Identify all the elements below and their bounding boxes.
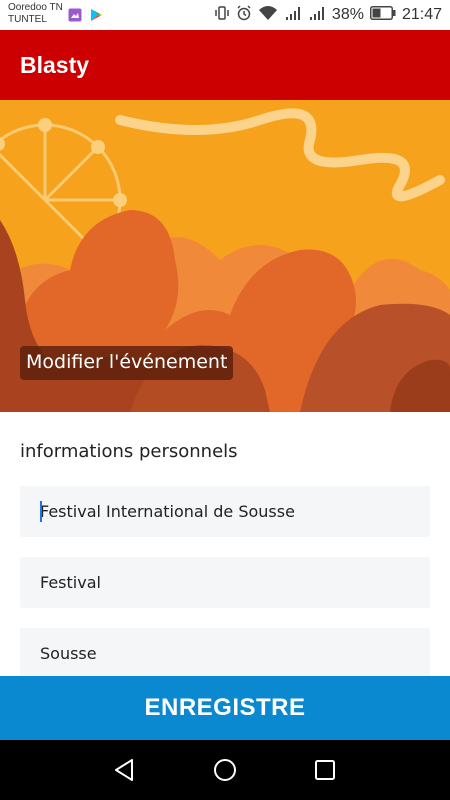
carrier-name: Ooredoo TN	[8, 2, 63, 13]
notification-icons	[68, 7, 104, 26]
navigation-bar	[0, 740, 450, 800]
status-bar: Ooredoo TN TUNTEL 38% 21:47	[0, 0, 450, 30]
event-type-field[interactable]	[20, 557, 430, 608]
vibrate-icon	[214, 5, 230, 26]
recents-icon[interactable]	[310, 755, 340, 785]
signal-icon	[284, 5, 302, 26]
wifi-icon	[258, 5, 278, 26]
alarm-icon	[236, 4, 252, 26]
battery-percentage: 38%	[331, 6, 364, 23]
banner-caption: Modifier l'événement	[20, 346, 234, 380]
home-icon[interactable]	[210, 755, 240, 785]
section-title: informations personnels	[20, 441, 238, 462]
text-cursor	[40, 501, 42, 522]
app-title: Blasty	[20, 52, 90, 78]
app-bar: Blasty	[0, 30, 450, 100]
event-type-input[interactable]	[40, 557, 420, 608]
event-name-field[interactable]	[20, 486, 430, 537]
event-location-field[interactable]	[20, 628, 430, 679]
status-indicators: 38% 21:47	[214, 4, 442, 26]
signal-icon	[308, 5, 326, 26]
carrier-operator: TUNTEL	[8, 14, 47, 25]
event-location-input[interactable]	[40, 628, 420, 679]
gallery-icon	[68, 7, 82, 26]
back-icon[interactable]	[110, 755, 140, 785]
battery-icon	[369, 5, 396, 25]
clock: 21:47	[401, 6, 442, 23]
carrier-label: Ooredoo TN TUNTEL	[8, 2, 63, 26]
save-button[interactable]: ENREGISTRE	[0, 676, 450, 740]
play-store-icon	[90, 7, 104, 26]
event-name-input[interactable]	[40, 486, 420, 537]
